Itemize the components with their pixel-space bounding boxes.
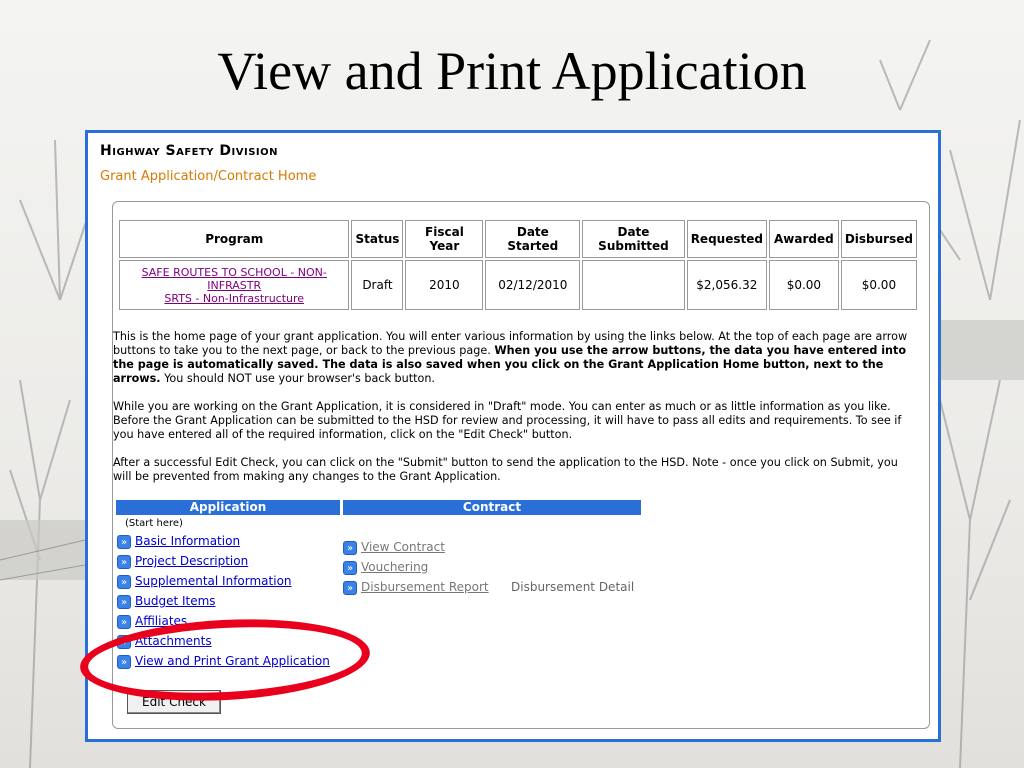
cell-date-submitted bbox=[582, 260, 685, 310]
col-date-submitted: Date Submitted bbox=[582, 220, 685, 258]
cell-program: SAFE ROUTES TO SCHOOL - NON-INFRASTR SRT… bbox=[119, 260, 350, 310]
program-link[interactable]: SAFE ROUTES TO SCHOOL - NON-INFRASTR bbox=[142, 266, 327, 292]
cell-awarded: $0.00 bbox=[768, 260, 839, 310]
view-contract-link[interactable]: » View Contract bbox=[343, 538, 445, 556]
double-chevron-right-icon: » bbox=[117, 554, 131, 569]
col-status: Status bbox=[351, 220, 404, 258]
disbursement-report-link[interactable]: » Disbursement Report bbox=[343, 578, 489, 596]
budget-items-link[interactable]: » Budget Items bbox=[117, 592, 216, 610]
vouchering-link[interactable]: » Vouchering bbox=[343, 558, 428, 576]
col-awarded: Awarded bbox=[768, 220, 839, 258]
col-program: Program bbox=[119, 220, 350, 258]
instructions-paragraph-3: After a successful Edit Check, you can c… bbox=[113, 456, 898, 483]
cell-disbursed: $0.00 bbox=[840, 260, 917, 310]
slide-title: View and Print Application bbox=[217, 41, 807, 101]
table-row: SAFE ROUTES TO SCHOOL - NON-INFRASTR SRT… bbox=[119, 260, 917, 310]
contract-section-header: Contract bbox=[343, 500, 641, 515]
grant-table: Program Status Fiscal Year Date Started … bbox=[117, 218, 919, 312]
double-chevron-right-icon: » bbox=[343, 540, 357, 555]
instructions-paragraph-2: While you are working on the Grant Appli… bbox=[113, 400, 902, 441]
col-fiscal-year: Fiscal Year bbox=[405, 220, 484, 258]
p1-text-c: You should NOT use your browser's back b… bbox=[160, 372, 435, 385]
supplemental-information-link[interactable]: » Supplemental Information bbox=[117, 572, 292, 590]
cell-status: Draft bbox=[351, 260, 404, 310]
double-chevron-right-icon: » bbox=[117, 614, 131, 629]
double-chevron-right-icon: » bbox=[117, 574, 131, 589]
instructions-paragraph-1: This is the home page of your grant appl… bbox=[113, 330, 913, 386]
page-subtitle: Grant Application/Contract Home bbox=[100, 169, 317, 184]
cell-fiscal-year: 2010 bbox=[405, 260, 484, 310]
double-chevron-right-icon: » bbox=[117, 594, 131, 609]
col-requested: Requested bbox=[686, 220, 767, 258]
disbursement-detail-label: Disbursement Detail bbox=[511, 580, 635, 594]
table-header-row: Program Status Fiscal Year Date Started … bbox=[119, 220, 917, 258]
application-section-header: Application bbox=[116, 500, 340, 515]
cell-date-started: 02/12/2010 bbox=[485, 260, 581, 310]
col-disbursed: Disbursed bbox=[840, 220, 917, 258]
division-title: Highway Safety Division bbox=[100, 143, 279, 159]
basic-information-link[interactable]: » Basic Information bbox=[117, 532, 240, 550]
col-date-started: Date Started bbox=[485, 220, 581, 258]
double-chevron-right-icon: » bbox=[343, 580, 357, 595]
double-chevron-right-icon: » bbox=[117, 534, 131, 549]
program-sub-link[interactable]: SRTS - Non-Infrastructure bbox=[164, 292, 304, 305]
start-here-label: (Start here) bbox=[125, 518, 183, 529]
project-description-link[interactable]: » Project Description bbox=[117, 552, 248, 570]
cell-requested: $2,056.32 bbox=[686, 260, 767, 310]
double-chevron-right-icon: » bbox=[343, 560, 357, 575]
